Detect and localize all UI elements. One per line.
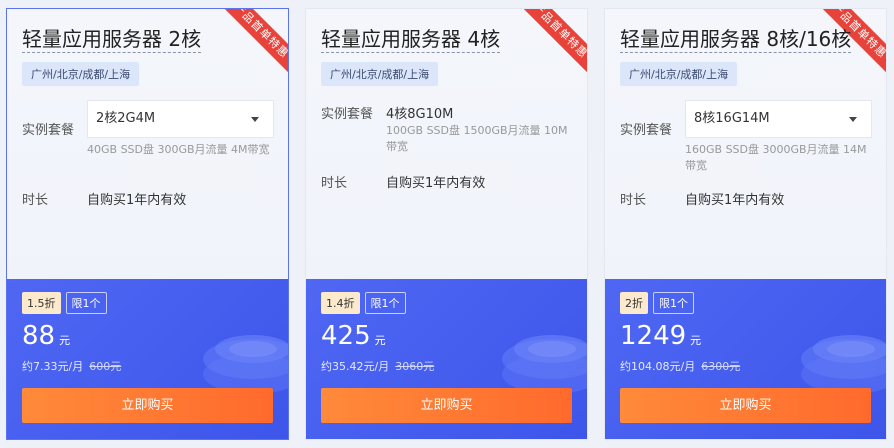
chevron-down-icon bbox=[849, 117, 857, 122]
price-value: 425 bbox=[321, 321, 371, 351]
promo-ribbon: 产品首单特惠 bbox=[514, 9, 587, 77]
promo-ribbon: 产品首单特惠 bbox=[215, 9, 288, 77]
badge-group: 2折 限1个 bbox=[620, 292, 694, 314]
price-unit: 元 bbox=[690, 334, 702, 347]
server-decoration-icon bbox=[502, 335, 587, 394]
discount-badge: 2折 bbox=[620, 292, 648, 314]
limit-badge: 限1个 bbox=[364, 292, 406, 314]
badge-group: 1.4折 限1个 bbox=[321, 292, 406, 314]
monthly-value: 约35.42元/月 bbox=[321, 360, 390, 373]
original-price: 6300元 bbox=[701, 360, 741, 373]
spec-description: 40GB SSD盘 300GB月流量 4M带宽 bbox=[87, 143, 270, 156]
price: 425 元 bbox=[321, 321, 386, 356]
price: 88 元 bbox=[22, 321, 70, 356]
duration-label: 时长 bbox=[620, 193, 647, 208]
duration-value: 自购买1年内有效 bbox=[87, 193, 187, 208]
product-card-2-core: 产品首单特惠 轻量应用服务器 2核 广州/北京/成都/上海 实例套餐 2核2G4… bbox=[6, 8, 289, 440]
spec-label: 实例套餐 bbox=[620, 123, 673, 138]
card-title[interactable]: 轻量应用服务器 8核/16核 bbox=[620, 27, 852, 53]
duration-label: 时长 bbox=[22, 193, 49, 208]
monthly-price: 约104.08元/月 6300元 bbox=[620, 358, 740, 374]
buy-button[interactable]: 立即购买 bbox=[321, 388, 572, 423]
price-value: 1249 bbox=[620, 321, 687, 351]
price-panel: 1.5折 限1个 88 元 约7.33元/月 600元 立即购买 bbox=[7, 279, 288, 439]
spec-select-value: 2核2G4M bbox=[96, 111, 156, 126]
server-decoration-icon bbox=[203, 335, 288, 394]
spec-select-value: 8核16G14M bbox=[694, 111, 770, 126]
monthly-value: 约7.33元/月 bbox=[22, 360, 84, 373]
card-title[interactable]: 轻量应用服务器 4核 bbox=[321, 27, 501, 53]
price-unit: 元 bbox=[59, 334, 71, 347]
region-tag: 广州/北京/成都/上海 bbox=[620, 62, 738, 86]
spec-description: 160GB SSD盘 3000GB月流量 14M带宽 bbox=[685, 143, 867, 172]
limit-badge: 限1个 bbox=[65, 292, 107, 314]
duration-value: 自购买1年内有效 bbox=[685, 193, 785, 208]
original-price: 600元 bbox=[89, 360, 122, 373]
spec-label: 实例套餐 bbox=[321, 107, 374, 122]
region-tag: 广州/北京/成都/上海 bbox=[22, 62, 140, 86]
spec-description: 100GB SSD盘 1500GB月流量 10M带宽 bbox=[386, 124, 568, 153]
product-card-4-core: 产品首单特惠 轻量应用服务器 4核 广州/北京/成都/上海 实例套餐 4核8G1… bbox=[305, 8, 588, 440]
price-value: 88 bbox=[22, 321, 56, 351]
region-tag: 广州/北京/成都/上海 bbox=[321, 62, 439, 86]
buy-button[interactable]: 立即购买 bbox=[620, 388, 871, 423]
price-unit: 元 bbox=[374, 334, 386, 347]
monthly-price: 约35.42元/月 3060元 bbox=[321, 358, 434, 374]
duration-value: 自购买1年内有效 bbox=[386, 176, 486, 191]
limit-badge: 限1个 bbox=[653, 292, 694, 314]
monthly-price: 约7.33元/月 600元 bbox=[22, 358, 121, 374]
spec-label: 实例套餐 bbox=[22, 123, 75, 138]
spec-select[interactable]: 2核2G4M bbox=[87, 100, 274, 138]
monthly-value: 约104.08元/月 bbox=[620, 360, 696, 373]
original-price: 3060元 bbox=[395, 360, 435, 373]
server-decoration-icon bbox=[801, 335, 886, 394]
buy-button[interactable]: 立即购买 bbox=[22, 388, 273, 423]
discount-badge: 1.4折 bbox=[321, 292, 360, 314]
price-panel: 2折 限1个 1249 元 约104.08元/月 6300元 立即购买 bbox=[605, 279, 886, 439]
price-panel: 1.4折 限1个 425 元 约35.42元/月 3060元 立即购买 bbox=[306, 279, 587, 439]
spec-select[interactable]: 8核16G14M bbox=[685, 100, 872, 138]
badge-group: 1.5折 限1个 bbox=[22, 292, 107, 314]
card-title[interactable]: 轻量应用服务器 2核 bbox=[22, 27, 202, 53]
chevron-down-icon bbox=[251, 117, 259, 122]
product-card-8-16-core: 产品首单特惠 轻量应用服务器 8核/16核 广州/北京/成都/上海 实例套餐 8… bbox=[604, 8, 887, 440]
price: 1249 元 bbox=[620, 321, 701, 356]
discount-badge: 1.5折 bbox=[22, 292, 61, 314]
spec-value: 4核8G10M bbox=[386, 107, 454, 122]
duration-label: 时长 bbox=[321, 176, 348, 191]
